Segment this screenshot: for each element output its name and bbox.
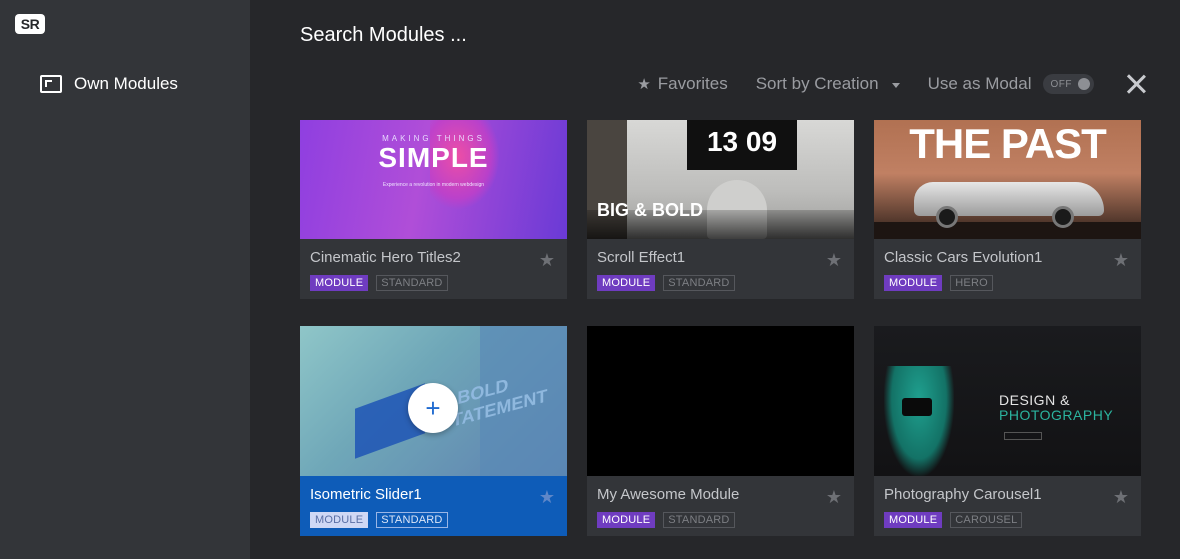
- module-thumbnail: [587, 326, 854, 476]
- star-icon[interactable]: ★: [1113, 251, 1129, 269]
- thumb-headline: THE PAST: [909, 120, 1107, 167]
- type-tag: STANDARD: [376, 275, 448, 291]
- module-tag: MODULE: [884, 275, 943, 291]
- module-title: Cinematic Hero Titles2: [310, 249, 461, 266]
- module-title: Classic Cars Evolution1: [884, 249, 1043, 266]
- add-module-plus-icon[interactable]: +: [408, 383, 458, 433]
- module-thumbnail: MAKING THINGS SIMPLE Experience a revolu…: [300, 120, 567, 239]
- module-tag: MODULE: [597, 275, 656, 291]
- thumb-headline: DESIGN &: [999, 392, 1070, 408]
- favorites-filter[interactable]: ★ Favorites: [637, 74, 727, 94]
- star-icon[interactable]: ★: [826, 251, 842, 269]
- module-thumbnail: A BOLD STATEMENT +: [300, 326, 567, 476]
- road-graphic: [874, 222, 1141, 239]
- camera-graphic: [902, 398, 932, 416]
- module-title: Scroll Effect1: [597, 249, 686, 266]
- module-title: My Awesome Module: [597, 486, 740, 503]
- module-card[interactable]: THE PAST Classic Cars Evolution1 ★ MODUL…: [874, 120, 1141, 299]
- type-tag: STANDARD: [376, 512, 448, 528]
- use-as-modal: Use as Modal OFF: [928, 74, 1094, 94]
- type-tag: STANDARD: [663, 512, 735, 528]
- sort-dropdown[interactable]: Sort by Creation: [756, 74, 900, 94]
- sidebar-item-own-modules[interactable]: Own Modules: [40, 73, 178, 95]
- module-card-selected[interactable]: A BOLD STATEMENT + Isometric Slider1 ★ M…: [300, 326, 567, 536]
- search-input[interactable]: [300, 22, 700, 48]
- module-tag: MODULE: [884, 512, 943, 528]
- close-icon[interactable]: [1125, 73, 1147, 95]
- module-title: Photography Carousel1: [884, 486, 1042, 503]
- favorites-label: Favorites: [657, 74, 728, 93]
- module-card[interactable]: DESIGN & PHOTOGRAPHY Photography Carouse…: [874, 326, 1141, 536]
- toggle-state: OFF: [1050, 78, 1072, 90]
- thumb-clock: 13 09: [706, 126, 778, 157]
- module-tag: MODULE: [310, 275, 369, 291]
- star-icon: ★: [637, 75, 651, 93]
- module-grid: MAKING THINGS SIMPLE Experience a revolu…: [300, 120, 1141, 536]
- photographer-graphic: [884, 366, 954, 476]
- modal-label: Use as Modal: [927, 74, 1032, 93]
- module-thumbnail: THE PAST: [874, 120, 1141, 239]
- sidebar-item-label: Own Modules: [74, 74, 178, 93]
- star-icon[interactable]: ★: [1113, 488, 1129, 506]
- star-icon[interactable]: ★: [539, 251, 555, 269]
- thumb-headline-accent: PHOTOGRAPHY: [999, 407, 1114, 423]
- thumb-headline: SIMPLE: [378, 142, 489, 173]
- module-card[interactable]: My Awesome Module ★ MODULE STANDARD: [587, 326, 854, 536]
- type-tag: STANDARD: [663, 275, 735, 291]
- toggle-knob: [1078, 78, 1090, 90]
- type-tag: CAROUSEL: [950, 512, 1023, 528]
- module-thumbnail: DESIGN & PHOTOGRAPHY: [874, 326, 1141, 476]
- module-title: Isometric Slider1: [310, 486, 422, 503]
- logo: SR: [15, 14, 45, 34]
- wheel-graphic: [1052, 206, 1074, 228]
- star-icon[interactable]: ★: [826, 488, 842, 506]
- toolbar: ★ Favorites Sort by Creation Use as Moda…: [637, 72, 1140, 96]
- module-thumbnail: 13 09 BIG & BOLD: [587, 120, 854, 239]
- wheel-graphic: [936, 206, 958, 228]
- star-icon[interactable]: ★: [539, 488, 555, 506]
- chevron-down-icon: [891, 82, 900, 88]
- module-card[interactable]: MAKING THINGS SIMPLE Experience a revolu…: [300, 120, 567, 299]
- module-card[interactable]: 13 09 BIG & BOLD Scroll Effect1 ★ MODULE…: [587, 120, 854, 299]
- thumb-headline: BIG & BOLD: [597, 200, 703, 220]
- module-tag: MODULE: [310, 512, 369, 528]
- type-tag: HERO: [950, 275, 993, 291]
- slider-window-icon: [40, 75, 62, 93]
- modal-toggle[interactable]: OFF: [1042, 74, 1094, 94]
- module-tag: MODULE: [597, 512, 656, 528]
- thumb-subline: Experience a revolution in modern webdes…: [382, 182, 485, 188]
- sort-label: Sort by Creation: [755, 74, 879, 93]
- sidebar: SR Own Modules: [0, 0, 250, 559]
- thumb-button-graphic: [1004, 432, 1042, 440]
